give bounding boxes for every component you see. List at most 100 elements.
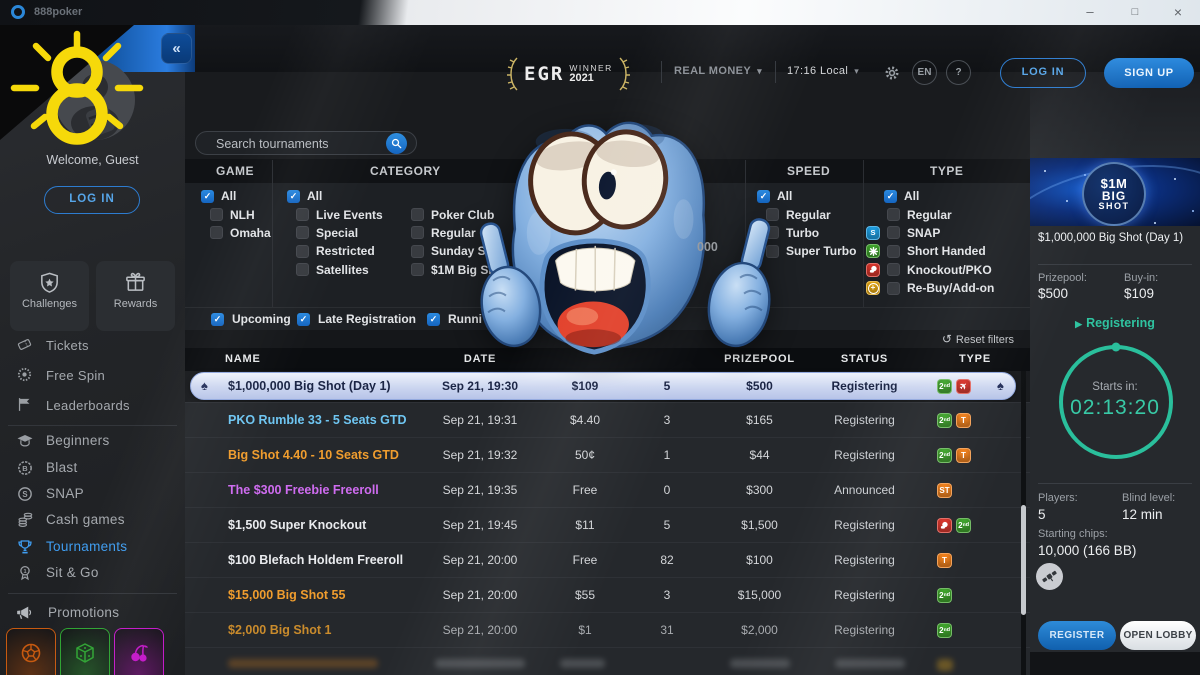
sidebar-item-blast[interactable]: B Blast	[0, 454, 185, 481]
register-button[interactable]: REGISTER	[1038, 621, 1116, 650]
unchecked-checkbox[interactable]	[887, 282, 900, 295]
sidebar-collapse-button[interactable]: «	[161, 33, 192, 64]
unchecked-checkbox[interactable]	[887, 263, 900, 276]
scrollbar-thumb[interactable]	[1021, 505, 1026, 615]
table-row[interactable]: $2,000 Big Shot 1Sep 21, 20:00$131$2,000…	[185, 612, 1030, 648]
checked-checkbox[interactable]: ✓	[884, 190, 897, 203]
filter-option-live-events[interactable]: Live Events	[296, 205, 411, 223]
table-row[interactable]: $1,500 Super KnockoutSep 21, 19:45$115$1…	[185, 507, 1030, 543]
table-row[interactable]: ♠♠$1,000,000 Big Shot (Day 1)Sep 21, 19:…	[185, 371, 1030, 402]
unchecked-checkbox[interactable]	[887, 245, 900, 258]
table-row[interactable]: PKO Rumble 33 - 5 Seats GTDSep 21, 19:31…	[185, 402, 1030, 438]
unchecked-checkbox[interactable]	[210, 226, 223, 239]
nav-signup-button[interactable]: SIGN UP	[1104, 58, 1194, 88]
sidebar-item-beginners[interactable]: Beginners	[0, 427, 185, 454]
svg-text:S: S	[22, 489, 27, 498]
ticket-icon	[16, 336, 34, 354]
egr-year-label: 2021	[569, 73, 612, 85]
ball-promo-tile[interactable]	[6, 628, 56, 675]
sidebar-card-challenges[interactable]: Challenges	[10, 261, 89, 331]
settings-gear-icon[interactable]	[884, 65, 900, 86]
filter-option-label: Special	[316, 226, 358, 240]
filter-option-omaha[interactable]: Omaha	[210, 224, 271, 242]
sidebar-item-cash-games[interactable]: Cash games	[0, 506, 185, 533]
filter-option-label: All	[307, 189, 322, 203]
search-box[interactable]	[195, 131, 417, 155]
filter-option-all[interactable]: ✓All	[884, 187, 994, 205]
open-lobby-button[interactable]: OPEN LOBBY	[1120, 621, 1196, 650]
sidebar-login-button[interactable]: LOG IN	[44, 186, 140, 214]
checked-checkbox[interactable]: ✓	[201, 190, 214, 203]
nav-login-button[interactable]: LOG IN	[1000, 58, 1086, 88]
search-input[interactable]	[214, 133, 378, 155]
filter-option-satellites[interactable]: Satellites	[296, 261, 411, 279]
table-row-partial[interactable]	[185, 647, 1030, 675]
unchecked-checkbox[interactable]	[296, 226, 309, 239]
language-button[interactable]: EN	[912, 60, 937, 85]
minimize-button[interactable]: –	[1070, 0, 1110, 25]
filter-option-re-buy-add-on[interactable]: +Re-Buy/Add-on	[866, 279, 994, 297]
dice-promo-tile[interactable]	[60, 628, 110, 675]
filter-option-short-handed[interactable]: Short Handed	[866, 242, 994, 260]
cherries-promo-tile[interactable]	[114, 628, 164, 675]
checked-checkbox[interactable]: ✓	[297, 313, 310, 326]
sidebar-item-tickets[interactable]: Tickets	[0, 330, 185, 360]
unchecked-checkbox[interactable]	[210, 208, 223, 221]
help-button[interactable]: ?	[946, 60, 971, 85]
starts-in-label: Starts in:	[1030, 381, 1200, 393]
checked-checkbox[interactable]: ✓	[211, 313, 224, 326]
unchecked-checkbox[interactable]	[411, 263, 424, 276]
players-label: Players:	[1038, 492, 1078, 504]
cherries-icon	[127, 641, 151, 670]
filter-option-restricted[interactable]: Restricted	[296, 242, 411, 260]
maximize-button[interactable]: □	[1115, 0, 1155, 25]
tournament-players: 1	[632, 438, 702, 473]
unchecked-checkbox[interactable]	[296, 245, 309, 258]
unchecked-checkbox[interactable]	[411, 245, 424, 258]
title-bar[interactable]: 888poker – □ ×	[0, 0, 1200, 25]
filter-option-knockout-pko[interactable]: Knockout/PKO	[866, 261, 994, 279]
dice-icon	[73, 641, 97, 670]
unchecked-checkbox[interactable]	[887, 208, 900, 221]
sidebar-item-snap[interactable]: S SNAP	[0, 480, 185, 507]
table-row[interactable]: Big Shot 4.40 - 10 Seats GTDSep 21, 19:3…	[185, 437, 1030, 473]
sidebar-item-tournaments[interactable]: Tournaments	[0, 533, 185, 560]
filter-group-game-label: GAME	[216, 164, 254, 178]
buyin-value: $109	[1124, 286, 1154, 301]
filter-option-all[interactable]: ✓All	[201, 187, 271, 205]
unchecked-checkbox[interactable]	[296, 208, 309, 221]
unchecked-checkbox[interactable]	[887, 226, 900, 239]
status-filter-late-registration[interactable]: ✓Late Registration	[297, 312, 416, 326]
filter-option-special[interactable]: Special	[296, 224, 411, 242]
type-badges: 2ⁿᵈ	[937, 623, 952, 638]
filter-option-regular[interactable]: Regular	[866, 205, 994, 223]
sidebar-card-rewards[interactable]: Rewards	[96, 261, 175, 331]
status-filter-upcoming[interactable]: ✓Upcoming	[211, 312, 291, 326]
checked-checkbox[interactable]: ✓	[427, 313, 440, 326]
close-button[interactable]: ×	[1158, 0, 1198, 25]
tournament-date: Sep 21, 20:00	[415, 613, 545, 648]
table-row[interactable]: $100 Blefach Holdem FreerollSep 21, 20:0…	[185, 542, 1030, 578]
search-icon[interactable]	[386, 133, 407, 154]
reset-filters-button[interactable]: ↺Reset filters	[942, 332, 1014, 346]
satellite-icon[interactable]	[1036, 563, 1063, 590]
filter-option-snap[interactable]: SSNAP	[866, 224, 994, 242]
money-mode-dropdown[interactable]: REAL MONEY▾	[674, 65, 762, 77]
tournament-prizepool: $500	[712, 371, 807, 401]
medal-icon: 1	[16, 564, 34, 582]
spade-icon: ♠	[201, 371, 208, 401]
tournament-prizepool: $300	[712, 473, 807, 508]
sidebar-item-sit-go[interactable]: 1 Sit & Go	[0, 559, 185, 586]
unchecked-checkbox[interactable]	[411, 208, 424, 221]
table-row[interactable]: $15,000 Big Shot 55Sep 21, 20:00$553$15,…	[185, 577, 1030, 613]
table-row[interactable]: The $300 Freebie FreerollSep 21, 19:35Fr…	[185, 472, 1030, 508]
unchecked-checkbox[interactable]	[296, 263, 309, 276]
sidebar-item-leaderboards[interactable]: Leaderboards	[0, 390, 185, 420]
tournament-status: Announced	[817, 473, 912, 508]
filter-option-nlh[interactable]: NLH	[210, 205, 271, 223]
sidebar-item-free-spin[interactable]: Free Spin	[0, 360, 185, 390]
checked-checkbox[interactable]: ✓	[287, 190, 300, 203]
sidebar-item-promotions[interactable]: Promotions	[0, 598, 185, 626]
local-time-dropdown[interactable]: 17:16 Local▾	[787, 65, 859, 77]
unchecked-checkbox[interactable]	[411, 226, 424, 239]
